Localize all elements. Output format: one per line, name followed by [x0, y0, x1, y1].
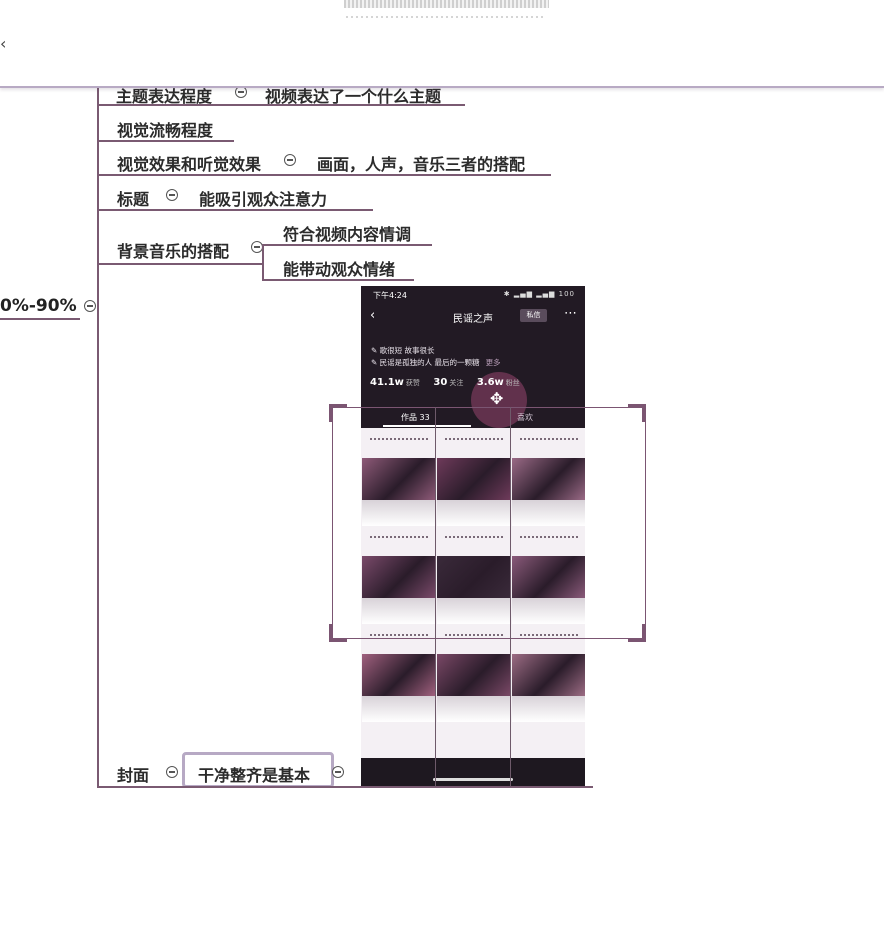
- status-icons: ✱ ▂▄▆ ▂▄▆ 100: [503, 290, 575, 298]
- node-underline: [97, 209, 373, 211]
- move-cursor-icon: ✥: [490, 389, 504, 408]
- tab-strip-underline: [346, 16, 546, 18]
- bio-line: ✎ 歌很短 故事很长: [371, 346, 435, 355]
- root-node[interactable]: 0%-90%: [0, 296, 77, 316]
- node-title[interactable]: 标题: [117, 186, 149, 210]
- crop-handle-top-right[interactable]: [628, 404, 646, 422]
- bio-more-link[interactable]: 更多: [486, 358, 501, 367]
- status-time: 下午4:24: [373, 291, 407, 300]
- node-underline: [97, 140, 234, 142]
- crop-selection-frame[interactable]: [332, 407, 646, 639]
- node-underline: [97, 786, 593, 788]
- crop-guide-line: [510, 407, 511, 787]
- node-underline: [262, 244, 432, 246]
- node-underline: [97, 263, 262, 265]
- video-thumbnail[interactable]: [362, 654, 435, 696]
- crop-handle-bottom-right[interactable]: [628, 624, 646, 642]
- profile-title: 民谣之声: [453, 314, 493, 325]
- node-cover-detail[interactable]: 干净整齐是基本: [198, 762, 310, 786]
- root-collapse-icon[interactable]: [84, 300, 96, 312]
- profile-stats: 41.1w 获赞 30 关注 3.6w 粉丝: [370, 377, 520, 388]
- collapse-icon[interactable]: [332, 766, 344, 778]
- message-button[interactable]: 私信: [520, 309, 547, 322]
- video-thumbnail-fade: [362, 696, 435, 722]
- node-background-music[interactable]: 背景音乐的搭配: [117, 238, 229, 262]
- home-indicator: [433, 778, 513, 781]
- video-thumbnail-fade: [512, 696, 585, 722]
- node-music-fits-content[interactable]: 符合视频内容情调: [283, 221, 411, 245]
- collapse-icon[interactable]: [284, 154, 296, 166]
- node-music-drives-emotion[interactable]: 能带动观众情绪: [283, 256, 395, 280]
- node-underline: [262, 279, 414, 281]
- node-title-detail[interactable]: 能吸引观众注意力: [199, 186, 327, 210]
- collapse-icon[interactable]: [166, 766, 178, 778]
- video-thumbnail[interactable]: [437, 654, 510, 696]
- back-arrow-icon[interactable]: ‹: [0, 34, 6, 53]
- video-thumbnail[interactable]: [512, 654, 585, 696]
- bio-line: ✎ 民谣是孤独的人 最后的一颗糖 更多: [371, 358, 501, 367]
- bottom-navbar: [361, 758, 585, 786]
- video-thumbnail-fade: [437, 696, 510, 722]
- branch-connector: [97, 88, 99, 788]
- sub-branch-connector: [262, 244, 264, 281]
- node-audio-visual-detail[interactable]: 画面，人声，音乐三者的搭配: [317, 151, 525, 175]
- crop-handle-bottom-left[interactable]: [329, 624, 347, 642]
- node-visual-smoothness[interactable]: 视觉流畅程度: [117, 117, 213, 141]
- node-cover[interactable]: 封面: [117, 762, 149, 786]
- top-toolbar: ‹: [0, 0, 884, 88]
- collapse-icon[interactable]: [166, 189, 178, 201]
- root-underline: [0, 318, 80, 320]
- tab-strip[interactable]: [344, 0, 549, 8]
- crop-handle-top-left[interactable]: [329, 404, 347, 422]
- node-audio-visual-effect[interactable]: 视觉效果和听觉效果: [117, 151, 261, 175]
- node-underline: [97, 174, 551, 176]
- crop-guide-line: [435, 407, 436, 787]
- node-underline: [97, 104, 465, 106]
- more-icon[interactable]: ⋯: [564, 306, 577, 321]
